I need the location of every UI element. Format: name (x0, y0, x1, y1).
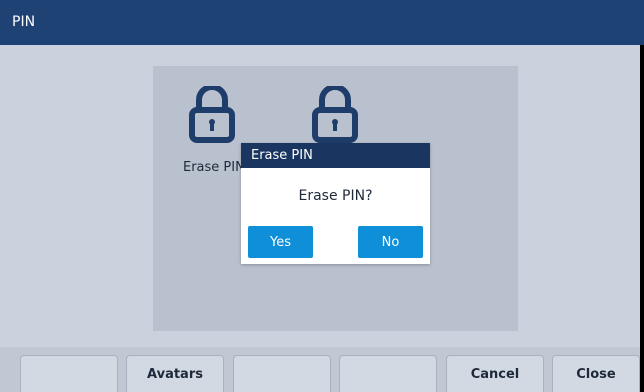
softkey-bar: Avatars Cancel Close (0, 347, 644, 392)
pin-tile-erase[interactable] (189, 86, 235, 144)
phone-screen: PIN Erase PIN Erase PIN Erase PIN? Yes N… (0, 0, 644, 392)
softkey-1[interactable] (20, 355, 118, 392)
softkey-close[interactable]: Close (552, 355, 640, 392)
pin-label-erase: Erase PIN (183, 160, 245, 175)
no-button[interactable]: No (358, 226, 423, 258)
yes-button[interactable]: Yes (248, 226, 313, 258)
pin-tile-second[interactable] (312, 86, 358, 144)
screen-bezel (640, 45, 644, 392)
dialog-message: Erase PIN? (298, 188, 373, 204)
lock-icon (312, 86, 358, 143)
dialog-title-bar: Erase PIN (241, 143, 430, 168)
softkey-4[interactable] (339, 355, 437, 392)
erase-pin-dialog: Erase PIN Erase PIN? Yes No (241, 143, 430, 264)
page-title: PIN (12, 14, 36, 30)
softkey-3[interactable] (233, 355, 331, 392)
lock-icon (189, 86, 235, 143)
title-bar: PIN (0, 0, 644, 45)
softkey-cancel[interactable]: Cancel (446, 355, 544, 392)
softkey-avatars[interactable]: Avatars (126, 355, 224, 392)
dialog-title: Erase PIN (251, 148, 313, 163)
